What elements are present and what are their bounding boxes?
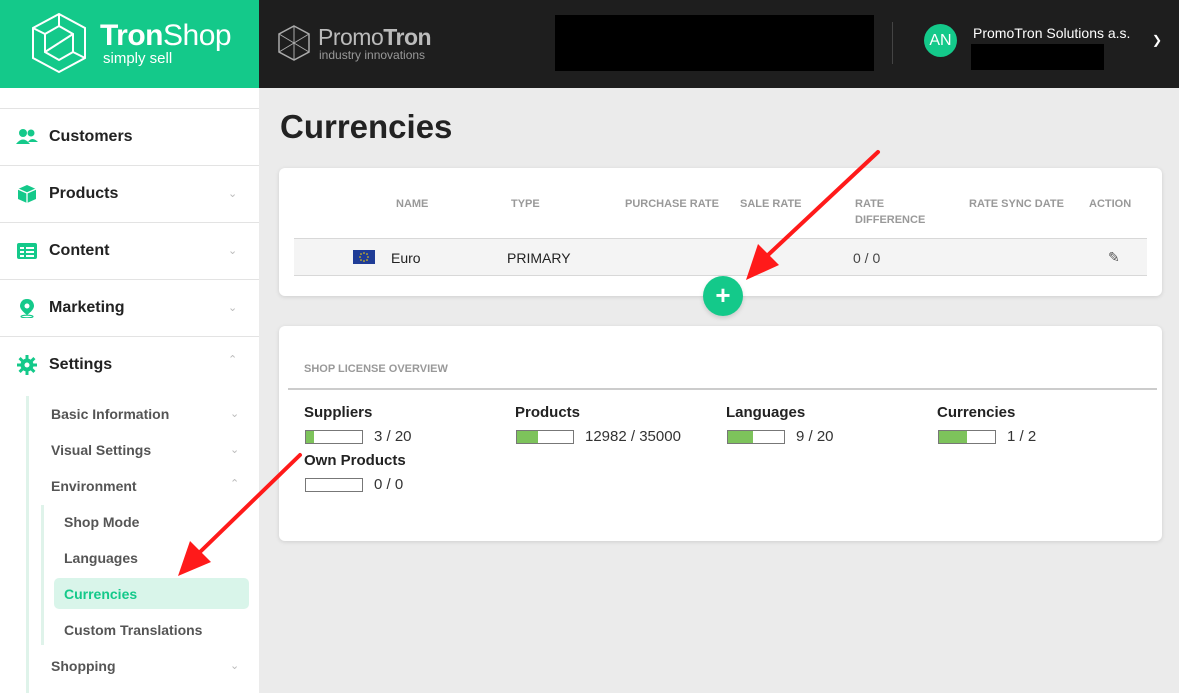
brand-tagline: simply sell <box>103 50 173 67</box>
tronshop-logo-icon <box>32 12 86 74</box>
sidebar-item-label: Currencies <box>64 586 138 602</box>
sidebar-item-content[interactable]: Content ⌄ <box>0 222 259 279</box>
settings-subtree-line <box>26 396 29 693</box>
sidebar-item-products[interactable]: Products ⌄ <box>0 165 259 222</box>
gear-icon <box>17 355 37 375</box>
redacted-area <box>555 15 874 71</box>
column-header-sale-rate: SALE RATE <box>740 198 802 210</box>
progress-bar <box>727 430 785 444</box>
page-title: Currencies <box>280 108 453 145</box>
progress-bar <box>305 430 363 444</box>
chevron-down-icon: ⌄ <box>230 444 240 456</box>
progress-fill <box>306 431 314 443</box>
sidebar-item-custom-translations[interactable]: Custom Translations <box>64 622 202 638</box>
sidebar-item-label: Products <box>49 185 119 202</box>
sidebar: Customers Products ⌄ Content ⌄ Marketing… <box>0 88 259 693</box>
license-item-name: Own Products <box>304 452 406 469</box>
chevron-down-icon: ⌄ <box>228 302 238 314</box>
sidebar-item-environment[interactable]: Environment <box>51 478 137 494</box>
chevron-up-icon: ⌃ <box>230 478 240 490</box>
map-pin-icon <box>20 299 34 318</box>
chevron-down-icon: ⌄ <box>230 408 240 420</box>
chevron-down-icon: ⌄ <box>228 188 238 200</box>
table-row[interactable] <box>294 238 1147 276</box>
brand-area[interactable]: TronShop simply sell <box>0 0 259 88</box>
sidebar-item-label: Content <box>49 242 110 259</box>
sidebar-item-visual-settings[interactable]: Visual Settings <box>51 442 151 458</box>
sidebar-item-languages[interactable]: Languages <box>64 550 138 566</box>
progress-bar <box>305 478 363 492</box>
license-item-name: Products <box>515 404 581 421</box>
progress-fill <box>517 431 538 443</box>
license-item-value: 3 / 20 <box>374 428 412 445</box>
sidebar-item-label: Marketing <box>49 299 125 316</box>
sidebar-item-marketing[interactable]: Marketing ⌄ <box>0 279 259 336</box>
progress-fill <box>939 431 967 443</box>
progress-bar <box>516 430 574 444</box>
chevron-up-icon: ⌃ <box>228 354 238 366</box>
license-item-value: 12982 / 35000 <box>585 428 681 445</box>
currency-name: Euro <box>391 250 421 266</box>
sidebar-item-currencies[interactable]: Currencies <box>54 578 249 609</box>
chevron-down-icon[interactable]: ❯ <box>1152 33 1162 47</box>
header-divider <box>892 22 893 64</box>
license-item-name: Languages <box>726 404 806 421</box>
column-header-type: TYPE <box>511 198 540 210</box>
column-header-action: ACTION <box>1089 198 1132 210</box>
license-item-value: 1 / 2 <box>1007 428 1037 445</box>
avatar[interactable]: AN <box>924 24 957 57</box>
partner-name: PromoTron <box>318 24 432 50</box>
license-item-value: 9 / 20 <box>796 428 834 445</box>
column-header-rate-sync-date: RATE SYNC DATE <box>969 198 1064 210</box>
pencil-icon[interactable]: ✎ <box>1108 249 1120 266</box>
sidebar-item-shop-mode[interactable]: Shop Mode <box>64 514 139 530</box>
top-bar: TronShop simply sell PromoTron industry … <box>0 0 1179 88</box>
currency-type: PRIMARY <box>507 250 571 266</box>
promotron-logo-icon <box>278 25 310 61</box>
content-icon <box>17 243 37 259</box>
sidebar-item-customers[interactable]: Customers <box>0 108 259 165</box>
column-header-name: NAME <box>396 198 429 210</box>
partner-tagline: industry innovations <box>319 48 426 62</box>
box-icon <box>17 185 37 203</box>
sidebar-item-label: Customers <box>49 128 133 145</box>
column-header-rate-difference: RATE DIFFERENCE <box>855 198 926 226</box>
company-name[interactable]: PromoTron Solutions a.s. <box>973 25 1130 41</box>
redacted-user-info <box>971 44 1104 70</box>
users-icon <box>16 129 38 144</box>
column-header-purchase-rate: PURCHASE RATE <box>625 198 719 210</box>
sidebar-item-settings[interactable]: Settings ⌃ <box>0 336 259 393</box>
progress-bar <box>938 430 996 444</box>
license-title: SHOP LICENSE OVERVIEW <box>304 363 448 375</box>
chevron-down-icon: ⌄ <box>228 245 238 257</box>
sidebar-item-label: Settings <box>49 356 113 373</box>
chevron-down-icon: ⌄ <box>230 660 240 672</box>
environment-subtree-line <box>41 505 44 645</box>
add-currency-button[interactable]: + <box>703 276 743 316</box>
license-item-name: Suppliers <box>304 404 373 421</box>
eu-flag-icon <box>353 250 375 264</box>
license-item-value: 0 / 0 <box>374 476 404 493</box>
brand-name: TronShop <box>100 19 232 52</box>
rate-difference: 0 / 0 <box>853 250 881 266</box>
sidebar-item-shopping[interactable]: Shopping <box>51 658 116 674</box>
license-item-name: Currencies <box>937 404 1016 421</box>
progress-fill <box>728 431 753 443</box>
license-divider <box>288 388 1157 390</box>
sidebar-item-basic-information[interactable]: Basic Information <box>51 406 169 422</box>
